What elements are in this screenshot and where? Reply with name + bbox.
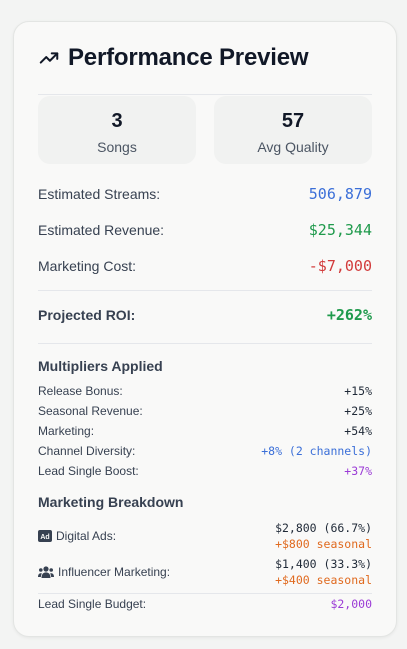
multiplier-row: Release Bonus: +15% xyxy=(38,384,372,398)
users-icon xyxy=(38,566,54,578)
lead-single-budget-value: $2,000 xyxy=(330,597,372,611)
multiplier-row: Seasonal Revenue: +25% xyxy=(38,404,372,418)
svg-text:Ad: Ad xyxy=(40,534,49,541)
marketing-channel-values: $1,400 (33.3%) +$400 seasonal xyxy=(275,556,372,588)
quality-stat: 57 Avg Quality xyxy=(214,96,372,164)
songs-count: 3 xyxy=(111,110,123,132)
marketing-channel-values: $2,800 (66.7%) +$800 seasonal xyxy=(275,520,372,552)
marketing-channel-row: Ad Digital Ads: $2,800 (66.7%) +$800 sea… xyxy=(38,520,372,554)
multiplier-value: +15% xyxy=(344,384,372,398)
songs-stat: 3 Songs xyxy=(38,96,196,164)
estimated-revenue-label: Estimated Revenue: xyxy=(38,222,165,238)
influencer-marketing-label: Influencer Marketing: xyxy=(58,565,171,579)
digital-ads-label: Digital Ads: xyxy=(56,529,117,543)
songs-label: Songs xyxy=(97,139,137,155)
marketing-cost-row: Marketing Cost: -$7,000 xyxy=(38,257,372,275)
marketing-cost-value: -$7,000 xyxy=(308,257,372,275)
estimated-revenue-row: Estimated Revenue: $25,344 xyxy=(38,221,372,239)
estimated-revenue-value: $25,344 xyxy=(308,221,372,239)
marketing-divider xyxy=(38,593,372,594)
ad-icon: Ad xyxy=(38,530,52,542)
trending-up-icon xyxy=(39,52,59,64)
avg-quality-value: 57 xyxy=(281,110,305,132)
projected-roi-label: Projected ROI: xyxy=(38,307,136,323)
multiplier-value: +37% xyxy=(344,464,372,478)
avg-quality-label: Avg Quality xyxy=(257,139,329,155)
marketing-breakdown-title: Marketing Breakdown xyxy=(38,494,184,510)
performance-preview-card: Performance Preview 3 Songs 57 Avg Quali… xyxy=(13,21,397,637)
digital-ads-amount: $2,800 (66.7%) xyxy=(275,521,372,535)
estimated-streams-row: Estimated Streams: 506,879 xyxy=(38,185,372,203)
card-title: Performance Preview xyxy=(68,44,309,71)
multiplier-label: Marketing: xyxy=(38,424,95,438)
multiplier-label: Lead Single Boost: xyxy=(38,464,139,478)
lead-single-budget-row: Lead Single Budget: $2,000 xyxy=(38,597,372,611)
header-divider xyxy=(38,94,372,95)
projected-roi-value: +262% xyxy=(326,306,372,324)
influencer-amount: $1,400 (33.3%) xyxy=(275,557,372,571)
multiplier-row: Channel Diversity: +8% (2 channels) xyxy=(38,444,372,458)
marketing-cost-label: Marketing Cost: xyxy=(38,258,137,274)
multiplier-value: +8% (2 channels) xyxy=(261,444,372,458)
marketing-channel-label: Ad Digital Ads: xyxy=(38,529,116,543)
multiplier-label: Channel Diversity: xyxy=(38,444,136,458)
multiplier-label: Release Bonus: xyxy=(38,384,123,398)
multiplier-value: +25% xyxy=(344,404,372,418)
marketing-channel-row: Influencer Marketing: $1,400 (33.3%) +$4… xyxy=(38,556,372,590)
marketing-channel-label: Influencer Marketing: xyxy=(38,565,170,579)
multipliers-title: Multipliers Applied xyxy=(38,358,163,374)
estimated-streams-value: 506,879 xyxy=(308,185,372,203)
multiplier-value: +54% xyxy=(344,424,372,438)
card-header: Performance Preview xyxy=(38,44,309,72)
multiplier-label: Seasonal Revenue: xyxy=(38,404,143,418)
digital-ads-seasonal: +$800 seasonal xyxy=(275,537,372,551)
estimated-streams-label: Estimated Streams: xyxy=(38,186,161,202)
estimates-divider xyxy=(38,290,372,291)
multiplier-row: Marketing: +54% xyxy=(38,424,372,438)
influencer-seasonal: +$400 seasonal xyxy=(275,573,372,587)
roi-divider xyxy=(38,343,372,344)
projected-roi-row: Projected ROI: +262% xyxy=(38,306,372,324)
multiplier-row: Lead Single Boost: +37% xyxy=(38,464,372,478)
lead-single-budget-label: Lead Single Budget: xyxy=(38,597,147,611)
